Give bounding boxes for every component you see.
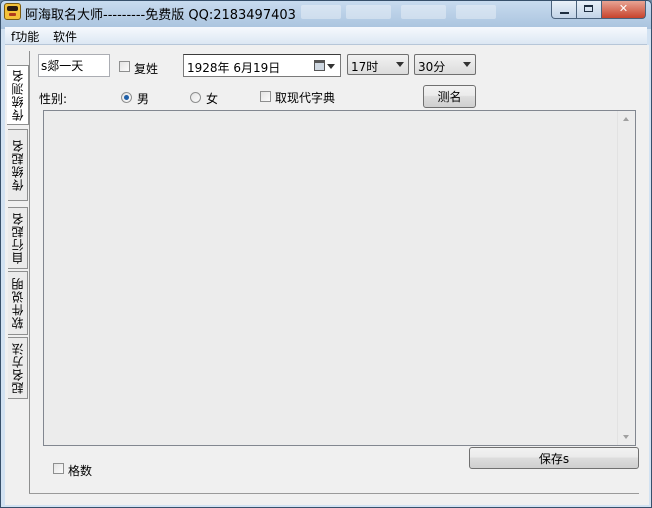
minimize-button[interactable] <box>551 1 577 19</box>
chevron-down-icon <box>327 64 335 69</box>
menu-function[interactable]: f功能 <box>11 28 39 45</box>
title-bar[interactable]: 阿海取名大师---------免费版 QQ:2183497403 <box>1 1 651 23</box>
stroke-count-checkbox[interactable] <box>53 463 64 474</box>
chevron-down-icon <box>396 62 404 67</box>
compound-surname-label: 复姓 <box>134 62 159 76</box>
vertical-scrollbar[interactable] <box>617 111 635 445</box>
result-textarea[interactable] <box>43 110 636 446</box>
menu-bar: f功能 软件 <box>5 27 647 45</box>
gender-male-label: 男 <box>137 92 150 106</box>
background-glass-artifact <box>346 5 391 19</box>
modern-dictionary-checkbox[interactable] <box>260 91 271 102</box>
scroll-down-icon[interactable] <box>623 435 629 439</box>
compound-surname-checkbox[interactable] <box>119 61 130 72</box>
background-glass-artifact <box>456 5 496 19</box>
scroll-up-icon[interactable] <box>623 117 629 121</box>
gender-female-radio[interactable] <box>190 92 201 103</box>
tab-traditional-naming[interactable]: 传统起名 <box>8 129 28 201</box>
divider <box>29 493 639 494</box>
birth-date-value: 1928年 6月19日 <box>187 61 281 75</box>
close-button[interactable] <box>602 1 646 19</box>
modern-dictionary-label: 取现代字典 <box>275 91 336 105</box>
hour-select[interactable]: 17时 <box>347 54 409 75</box>
gender-female-label: 女 <box>206 92 219 106</box>
maximize-button[interactable] <box>577 1 602 19</box>
tab-software-info[interactable]: 软件说明 <box>8 271 28 335</box>
chevron-down-icon <box>463 62 471 67</box>
minute-select[interactable]: 30分 <box>414 54 476 75</box>
name-input[interactable] <box>38 54 110 77</box>
window-title: 阿海取名大师---------免费版 QQ:2183497403 <box>25 8 296 23</box>
app-logo-icon[interactable] <box>4 3 21 20</box>
gender-male-radio[interactable] <box>121 92 132 103</box>
hour-value: 17时 <box>351 60 379 74</box>
client-area: 传统测名 传统起名 自行起名 软件说明 起名方法 复姓 1928年 6月19日 … <box>5 45 649 505</box>
tab-self-naming[interactable]: 自行起名 <box>8 207 28 269</box>
birth-date-picker[interactable]: 1928年 6月19日 <box>183 54 341 77</box>
stroke-count-label: 格数 <box>68 464 93 478</box>
app-window: 阿海取名大师---------免费版 QQ:2183497403 f功能 软件 … <box>0 0 652 508</box>
test-name-button[interactable]: 测名 <box>423 85 476 108</box>
gender-label: 性别: <box>39 92 68 106</box>
save-button[interactable]: 保存s <box>469 447 639 469</box>
menu-software[interactable]: 软件 <box>53 28 77 45</box>
minute-value: 30分 <box>418 60 446 74</box>
background-glass-artifact <box>301 5 341 19</box>
tab-naming-method[interactable]: 起名方法 <box>8 337 28 399</box>
tab-traditional-name-test[interactable]: 传统测名 <box>7 65 29 125</box>
window-controls <box>551 1 646 19</box>
background-glass-artifact <box>401 5 446 19</box>
calendar-icon <box>314 60 325 71</box>
